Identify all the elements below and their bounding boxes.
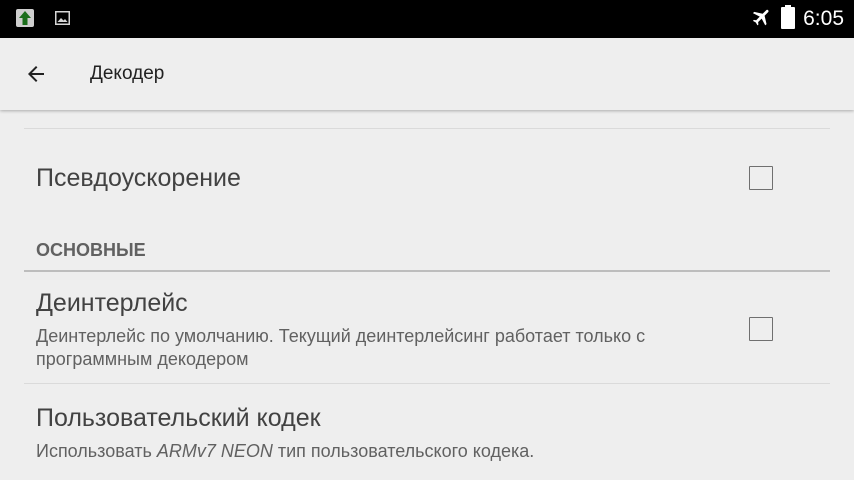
status-time: 6:05 [803,7,844,30]
pref-custom-codec-title: Пользовательский кодек [36,404,321,432]
battery-icon [781,5,796,33]
divider [24,128,830,129]
summary-text-after: тип пользовательского кодека. [272,441,535,461]
category-divider [24,270,830,272]
pref-pseudo-accel-title: Псевдоускорение [36,164,241,192]
arrow-back-icon [28,66,44,82]
image-icon [55,11,70,25]
pref-deinterlace-title: Деинтерлейс [36,289,188,317]
pseudo-accel-checkbox[interactable] [749,166,773,190]
pref-custom-codec-summary: Использовать ARMv7 NEON тип пользователь… [36,440,716,463]
preferences-list[interactable]: Псевдоускорение ОСНОВНЫЕ Деинтерлейс Деи… [0,110,854,480]
upload-icon [16,9,34,27]
toolbar: Декодер [0,38,854,110]
airplane-mode-icon [751,6,773,32]
deinterlace-checkbox[interactable] [749,317,773,341]
back-button[interactable] [14,52,58,96]
pref-deinterlace-summary: Деинтерлейс по умолчанию. Текущий деинте… [36,326,646,369]
summary-text-before: Использовать [36,441,157,461]
divider [24,383,830,384]
status-bar: 6:05 [0,0,854,38]
summary-codec-name: ARMv7 NEON [156,441,273,461]
category-header-basic: ОСНОВНЫЕ [36,240,146,260]
page-title: Декодер [90,63,165,84]
status-right: 6:05 [751,0,844,38]
